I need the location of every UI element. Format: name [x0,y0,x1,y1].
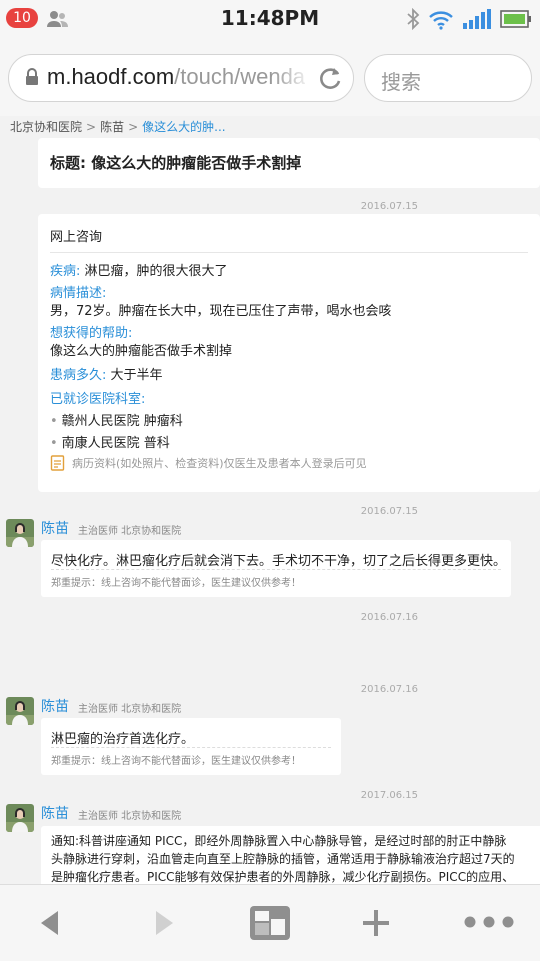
reload-icon[interactable] [317,65,343,91]
help-value: 像这么大的肿瘤能否做手术割掉 [50,344,233,359]
doctor-avatar[interactable] [6,697,34,725]
breadcrumb-separator: > [128,120,139,134]
duration-row: 患病多久: 大于半年 [50,364,163,383]
hospital-name: 南康人民医院 普科 [61,436,170,451]
battery-icon [500,10,531,28]
doctor-avatar[interactable] [6,519,34,547]
reply-line: 是肿瘤化疗患者。PICC能够有效保护患者的外周静脉，减少化疗副损伤。PICC的应… [51,870,515,884]
help-label: 想获得的帮助: [50,326,133,341]
doctor-name[interactable]: 陈苗 [41,518,69,538]
reply-bubble: 尽快化疗。淋巴瘤化疗后就会消下去。手术切不干净，切了之后长得更多更快。 郑重提示… [41,540,511,597]
tabs-icon [250,906,290,940]
plus-icon [363,910,389,936]
disease-value: 淋巴瘤，肿的很大很大了 [80,264,228,279]
reply-date: 2017.06.15 [360,790,418,801]
reply-line: 头静脉进行穿刺，沿血管走向直至上腔静脉的插管，通常适用于静脉输液治疗超过7天的 [51,852,515,866]
reply-bubble: 通知:科普讲座通知 PICC，即经外周静脉置入中心静脉导管，是经过时部的肘正中静… [41,826,540,884]
breadcrumb-doctor[interactable]: 陈苗 [100,120,124,134]
reply-line: 通知:科普讲座通知 PICC，即经外周静脉置入中心静脉导管，是经过时部的肘正中静… [51,834,507,848]
url-fade [273,55,313,101]
forward-button[interactable] [134,885,194,961]
forward-icon [156,911,173,935]
more-button[interactable] [456,885,522,961]
doctor-title: 主治医师 北京协和医院 [78,704,182,715]
consult-header: 网上咨询 [50,230,103,245]
duration-label: 患病多久: [50,368,107,383]
reply-disclaimer: 郑重提示：线上咨询不能代替面诊，医生建议仅供参考！ [51,756,301,767]
doctor-title: 主治医师 北京协和医院 [78,526,182,537]
doctor-name[interactable]: 陈苗 [41,696,69,716]
clock: 11:48PM [220,6,320,30]
divider [50,252,528,253]
back-icon [41,911,58,935]
duration-value: 大于半年 [106,368,163,383]
disease-label: 疾病: [50,264,81,279]
doctor-name[interactable]: 陈苗 [41,803,69,823]
reply-date: 2016.07.16 [360,612,418,623]
reply-date: 2016.07.16 [360,684,418,695]
consultation-card: 网上咨询 疾病: 淋巴瘤，肿的很大很大了 病情描述: 男，72岁。肿瘤在长大中，… [38,214,540,492]
doctor-avatar[interactable] [6,804,34,832]
url-text[interactable]: m.haodf.com/touch/wenda [47,64,305,90]
breadcrumb: 北京协和医院 > 陈苗 > 像这么大的肿... [10,118,226,135]
question-date: 2016.07.15 [360,201,418,212]
divider [51,569,501,570]
reply-bubble: 淋巴瘤的治疗首选化疗。 郑重提示：线上咨询不能代替面诊，医生建议仅供参考！ [41,718,341,775]
breadcrumb-separator: > [86,120,97,134]
search-placeholder: 搜索 [381,70,421,94]
desc-value: 男，72岁。肿瘤在长大中，现在已压住了声带，喝水也会咳 [50,304,392,319]
search-box[interactable]: 搜索 [364,54,532,102]
tabs-button[interactable] [238,885,302,961]
bullet-icon: • [50,436,58,451]
hospital-label: 已就诊医院科室: [50,392,146,407]
new-tab-button[interactable] [346,885,406,961]
disease-row: 疾病: 淋巴瘤，肿的很大很大了 [50,260,228,279]
desc-label: 病情描述: [50,286,107,301]
reply-text: 尽快化疗。淋巴瘤化疗后就会消下去。手术切不干净，切了之后长得更多更快。 [51,554,507,569]
back-button[interactable] [20,885,80,961]
url-host: m.haodf.com [47,64,175,89]
signal-icon [463,9,491,29]
breadcrumb-current: 像这么大的肿... [142,120,226,134]
doctor-title: 主治医师 北京协和医院 [78,811,182,822]
reply-long-text: 通知:科普讲座通知 PICC，即经外周静脉置入中心静脉导管，是经过时部的肘正中静… [51,832,515,884]
records-note: 病历资料(如处照片、检查资料)仅医生及患者本人登录后可见 [72,457,367,470]
browser-toolbar [0,884,540,961]
question-title: 标题: 像这么大的肿瘤能否做手术割掉 [50,154,302,172]
status-bar: 10 11:48PM [0,0,540,38]
hospital-item: • 南康人民医院 普科 [50,432,170,451]
question-title-card: 标题: 像这么大的肿瘤能否做手术割掉 [38,138,540,188]
document-icon [50,455,65,471]
browser-address-row: m.haodf.com/touch/wenda 搜索 [0,38,540,116]
wifi-icon [429,11,453,30]
hospital-item: • 赣州人民医院 肿瘤科 [50,410,183,429]
url-bar[interactable]: m.haodf.com/touch/wenda [8,54,354,102]
bullet-icon: • [50,414,58,429]
reply-date: 2016.07.15 [360,506,418,517]
reply-text: 淋巴瘤的治疗首选化疗。 [51,732,195,747]
lock-icon [26,68,38,85]
breadcrumb-hospital[interactable]: 北京协和医院 [10,120,82,134]
hospital-name: 赣州人民医院 肿瘤科 [61,414,183,429]
bluetooth-icon [407,8,420,30]
divider [51,747,331,748]
reply-disclaimer: 郑重提示：线上咨询不能代替面诊，医生建议仅供参考！ [51,578,301,589]
more-icon [464,916,514,928]
